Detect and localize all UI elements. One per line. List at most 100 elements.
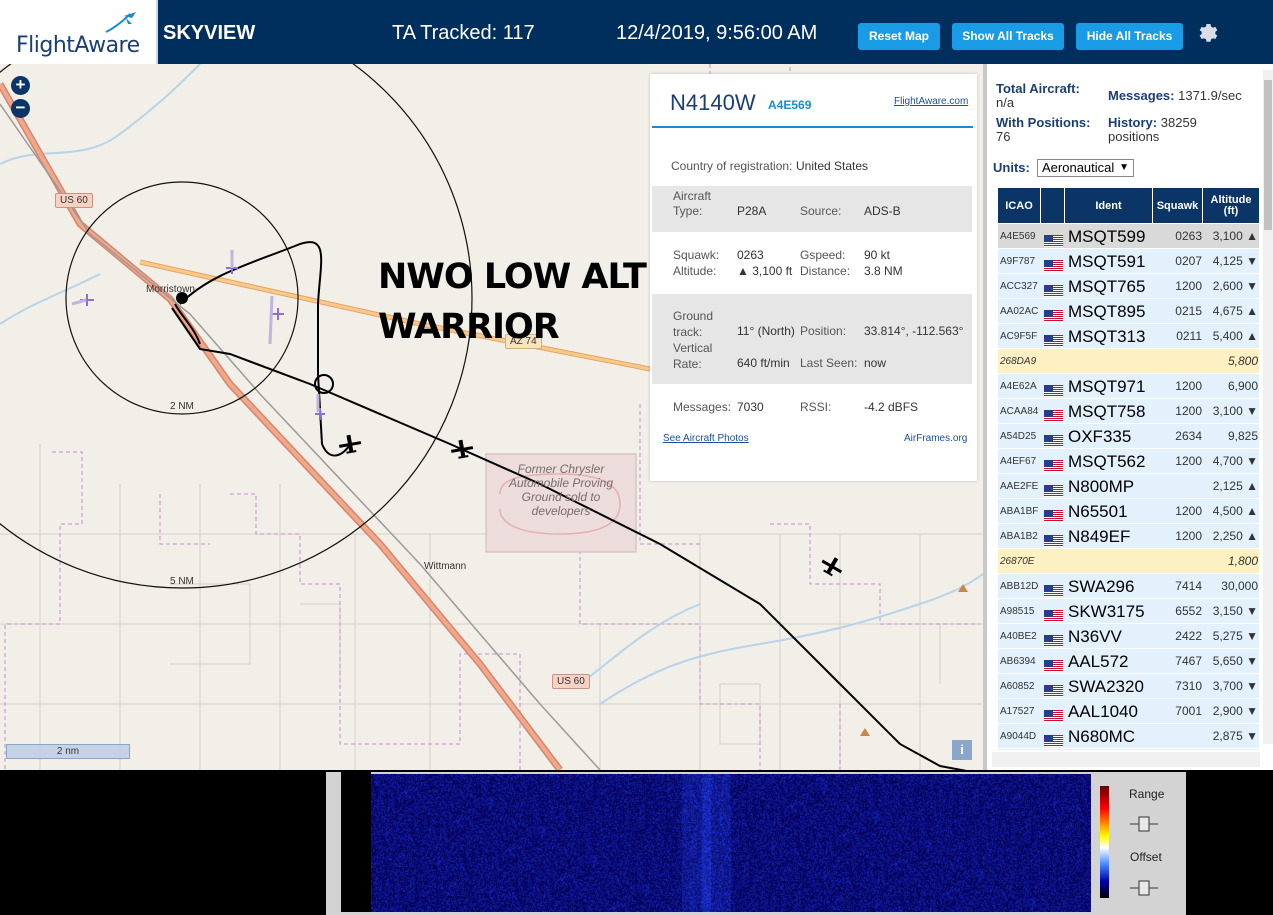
spectrum-margin [341,772,371,912]
cell-altitude: 8,250 ▼ [1204,749,1258,750]
table-row[interactable]: ABA1B2 N849EF 1200 2,250 ▲ [998,524,1259,549]
cell-squawk: 1200 [1175,529,1202,543]
col-ident[interactable]: Ident [1065,188,1153,223]
cell-altitude: 4,125 ▼ [1212,254,1258,268]
gspeed-value: 90 kt [864,248,891,262]
table-row[interactable]: A54D25 OXF335 2634 9,825 [998,424,1259,449]
airframes-link[interactable]: AirFrames.org [904,433,967,444]
cell-altitude: 2,250 ▲ [1212,529,1258,543]
cell-altitude: 2,875 ▼ [1212,729,1258,743]
cell-squawk: 1200 [1175,379,1202,393]
cell-ident: MSQT765 [1068,277,1146,296]
table-row[interactable]: ACAA84 MSQT758 1200 3,100 ▼ [998,399,1259,424]
cell-squawk: 1200 [1175,454,1202,468]
cell-squawk: 1200 [1175,504,1202,518]
type-value: P28A [737,204,767,218]
distance-value: 3.8 NM [864,264,903,278]
lastseen-label: Last Seen: [800,356,858,370]
cell-ident: MSQT895 [1068,302,1146,321]
cell-ident: N65501 [1068,502,1128,521]
altitude-label: Altitude: [673,264,717,278]
table-row[interactable]: 268DA9 5,800 [998,349,1259,374]
offset-label: Offset [1130,850,1162,864]
cell-squawk: 2634 [1175,429,1202,443]
hide-all-tracks-button[interactable]: Hide All Tracks [1076,23,1183,50]
flightaware-link[interactable]: FlightAware.com [894,96,968,107]
us-flag-icon [1044,730,1063,747]
app-title: SKYVIEW [163,22,256,44]
cell-icao: A98515 [1000,606,1035,617]
cell-altitude: 3,100 ▼ [1212,404,1258,418]
list-hscrollbar[interactable] [992,752,1260,767]
country-label: Country of registration: [671,159,793,173]
table-row[interactable]: ABFBF0 SWA1192 24548,250 ▼ [998,749,1259,750]
cell-squawk: 7414 [1175,579,1202,593]
aircraft-list-panel: Total Aircraft: n/a Messages: 1371.9/sec… [983,64,1273,770]
table-row[interactable]: ACC327 MSQT765 1200 2,600 ▼ [998,274,1259,299]
table-row[interactable]: A17527 AAL1040 7001 2,900 ▼ [998,699,1259,724]
cell-altitude: 5,800 [1227,354,1258,368]
table-row[interactable]: A60852 SWA2320 7310 3,700 ▼ [998,674,1259,699]
cell-icao: A54D25 [1000,431,1037,442]
cell-ident: OXF335 [1068,427,1132,446]
gear-icon[interactable] [1194,21,1218,45]
units-select[interactable]: Aeronautical ▼ [1037,159,1134,177]
cell-icao: AC9F5F [1000,331,1038,342]
history-label: History: [1108,115,1158,130]
table-row[interactable]: A40BE2 N36VV 2422 5,275 ▼ [998,624,1259,649]
table-row[interactable]: A4E62A MSQT971 1200 6,900 [998,374,1259,399]
cell-icao: A9044D [1000,731,1037,742]
col-altitude[interactable]: Altitude (ft) [1203,188,1259,223]
table-row[interactable]: 26870E 1,800 [998,549,1259,574]
list-scrollbar-thumb[interactable] [1264,80,1272,230]
top-bar: FlightAware SKYVIEW TA Tracked: 117 12/4… [0,0,1273,64]
cell-squawk: 7467 [1175,654,1202,668]
us-flag-icon [1044,330,1063,347]
cell-ident: N680MC [1068,727,1136,746]
table-row[interactable]: A98515 SKW3175 6552 3,150 ▼ [998,599,1259,624]
range-slider[interactable] [1130,816,1158,832]
table-row[interactable]: A9F787 MSQT591 0207 4,125 ▼ [998,249,1259,274]
table-row[interactable]: ABA1BF N65501 1200 4,500 ▲ [998,499,1259,524]
cell-icao: A60852 [1000,681,1035,692]
table-row[interactable]: A4E569 MSQT599 0263 3,100 ▲ [998,224,1259,249]
cell-ident: MSQT971 [1068,377,1146,396]
us-flag-icon [1044,480,1063,497]
table-row[interactable]: ABB12D SWA296 7414 30,000 [998,574,1259,599]
table-row[interactable]: A4EF67 MSQT562 1200 4,700 ▼ [998,449,1259,474]
table-row[interactable]: AAE2FE N800MP 2,125 ▲ [998,474,1259,499]
cell-ident: N800MP [1068,477,1135,496]
us-flag-icon [1044,655,1063,672]
us60-shield-2: US 60 [552,674,590,689]
cell-squawk: 7310 [1175,679,1202,693]
zoom-out-button[interactable]: − [11,99,30,118]
cell-icao: ABB12D [1000,581,1039,592]
col-squawk[interactable]: Squawk [1153,188,1203,223]
col-icao[interactable]: ICAO [998,188,1041,223]
us-flag-icon [1044,405,1063,422]
cell-ident: MSQT562 [1068,452,1146,471]
popup-row-type: Aircraft Type: P28A Source: ADS-B [652,186,972,232]
us-flag-icon [1044,280,1063,297]
map-info-button[interactable]: i [952,740,972,760]
show-all-tracks-button[interactable]: Show All Tracks [952,23,1064,50]
table-row[interactable]: AC9F5F MSQT313 0211 5,400 ▲ [998,324,1259,349]
zoom-in-button[interactable]: + [11,76,30,95]
cell-squawk [1156,349,1202,374]
total-aircraft-stat: Total Aircraft: n/a [996,82,1080,110]
reset-map-button[interactable]: Reset Map [858,23,940,50]
cell-icao: AAE2FE [1000,481,1039,492]
cell-ident: SWA296 [1068,577,1135,596]
country-value: United States [796,159,869,173]
waterfall-display [371,774,1091,912]
cell-squawk: 0263 [1175,229,1202,243]
table-row[interactable]: A9044D N680MC 2,875 ▼ [998,724,1259,749]
table-row[interactable]: AA02AC MSQT895 0215 4,675 ▲ [998,299,1259,324]
us60-shield: US 60 [55,193,93,208]
offset-slider[interactable] [1130,880,1158,896]
cell-altitude: 3,100 ▲ [1212,229,1258,243]
aircraft-photos-link[interactable]: See Aircraft Photos [663,433,749,444]
col-flag[interactable] [1041,188,1065,223]
table-row[interactable]: AB6394 AAL572 7467 5,650 ▼ [998,649,1259,674]
flightaware-logo[interactable]: FlightAware [0,0,158,64]
